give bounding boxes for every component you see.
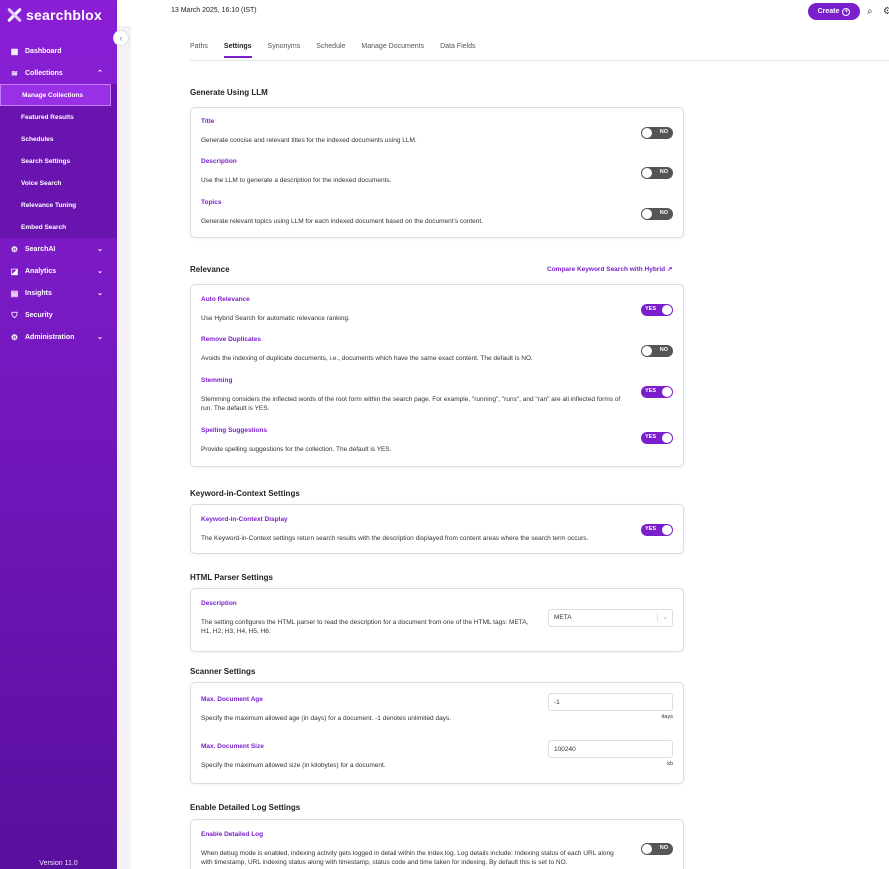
top-bar: 13 March 2025, 16:10 (IST) Create + ⌕ ⚙ xyxy=(117,0,889,26)
version-label: Version 11.0 xyxy=(39,860,78,867)
remove-duplicates-toggle[interactable]: NO xyxy=(641,345,673,357)
chevron-down-icon: ⌄ xyxy=(657,613,668,621)
sidebar-item-analytics[interactable]: ◪ Analytics ⌄ xyxy=(0,260,117,282)
kic-settings-card: Keyword-in-Context Display The Keyword-i… xyxy=(190,504,684,554)
sidebar-item-insights[interactable]: ▤ Insights ⌄ xyxy=(0,282,117,304)
kic-display-toggle[interactable]: YES xyxy=(641,524,673,536)
collections-submenu: Manage Collections Featured Results Sche… xyxy=(0,84,117,238)
external-link-icon: ↗ xyxy=(666,266,673,273)
max-doc-age-unit: days xyxy=(661,714,673,720)
scanner-settings-card: Max. Document Age Specify the maximum al… xyxy=(190,682,684,784)
llm-title-toggle[interactable]: NO xyxy=(641,127,673,139)
tab-paths[interactable]: Paths xyxy=(190,43,208,58)
sidebar-item-dashboard[interactable]: ▦ Dashboard xyxy=(0,40,117,62)
section-title-html-parser: HTML Parser Settings xyxy=(190,573,273,582)
html-parser-tag-select[interactable]: META ⌄ xyxy=(548,609,673,627)
setting-row-llm-description: Description Use the LLM to generate a de… xyxy=(201,158,673,185)
detailed-log-card: Enable Detailed Log When debug mode is e… xyxy=(190,819,684,869)
sidebar-item-administration[interactable]: ⚙ Administration ⌄ xyxy=(0,326,117,348)
llm-description-toggle[interactable]: NO xyxy=(641,167,673,179)
max-doc-size-input[interactable] xyxy=(548,740,673,758)
tab-data-fields[interactable]: Data Fields xyxy=(440,43,475,58)
chevron-down-icon: ⌄ xyxy=(97,246,103,253)
detailed-log-toggle[interactable]: NO xyxy=(641,843,673,855)
llm-topics-toggle[interactable]: NO xyxy=(641,208,673,220)
chevron-down-icon: ⌄ xyxy=(97,334,103,341)
setting-row-stemming: Stemming Stemming considers the inflecte… xyxy=(201,377,673,413)
layers-icon: ≋ xyxy=(11,68,18,78)
relevance-settings-card: Auto Relevance Use Hybrid Search for aut… xyxy=(190,284,684,467)
setting-row-max-doc-size: Max. Document Size Specify the maximum a… xyxy=(201,740,673,770)
sidebar-subitem-featured-results[interactable]: Featured Results xyxy=(0,106,117,128)
setting-row-detailed-log: Enable Detailed Log When debug mode is e… xyxy=(201,831,673,867)
setting-row-auto-relevance: Auto Relevance Use Hybrid Search for aut… xyxy=(201,296,673,323)
current-datetime: 13 March 2025, 16:10 (IST) xyxy=(171,7,257,14)
searchblox-logo-icon xyxy=(6,7,22,23)
sidebar-subitem-voice-search[interactable]: Voice Search xyxy=(0,172,117,194)
main-content: Paths Settings Synonyms Schedule Manage … xyxy=(117,26,889,869)
document-icon: ▤ xyxy=(10,288,19,298)
shield-icon: ⛉ xyxy=(11,310,18,320)
setting-row-html-description: Description The setting configures the H… xyxy=(201,600,673,636)
sidebar-item-searchai[interactable]: ⚙ SearchAI ⌄ xyxy=(0,238,117,260)
setting-row-llm-title: Title Generate concise and relevant titl… xyxy=(201,118,673,145)
sidebar-subitem-embed-search[interactable]: Embed Search xyxy=(0,216,117,238)
spelling-suggestions-toggle[interactable]: YES xyxy=(641,432,673,444)
sidebar: searchblox ▦ Dashboard ≋ Collections ⌃ Mana… xyxy=(0,0,117,869)
cog-icon: ⚙ xyxy=(10,332,19,342)
tab-schedule[interactable]: Schedule xyxy=(316,43,345,58)
section-title-scanner: Scanner Settings xyxy=(190,667,256,676)
sidebar-item-collections[interactable]: ≋ Collections ⌃ xyxy=(0,62,117,84)
sidebar-nav: ▦ Dashboard ≋ Collections ⌃ Manage Collecti… xyxy=(0,40,117,348)
grid-icon: ▦ xyxy=(10,46,19,56)
chevron-up-icon: ⌃ xyxy=(97,70,103,77)
tabs-divider xyxy=(190,60,889,61)
compare-hybrid-link[interactable]: Compare Keyword Search with Hybrid ↗ xyxy=(547,265,672,273)
max-doc-age-input[interactable] xyxy=(548,693,673,711)
sidebar-collapse-button[interactable]: ‹ xyxy=(113,30,129,46)
section-title-llm: Generate Using LLM xyxy=(190,88,268,97)
sidebar-subitem-schedules[interactable]: Schedules xyxy=(0,128,117,150)
section-title-relevance: Relevance xyxy=(190,265,230,274)
max-doc-size-unit: kb xyxy=(667,761,673,767)
sidebar-subitem-manage-collections[interactable]: Manage Collections xyxy=(0,84,111,106)
sidebar-subitem-relevance-tuning[interactable]: Relevance Tuning xyxy=(0,194,117,216)
search-icon[interactable]: ⌕ xyxy=(867,6,873,17)
section-title-detailed-log: Enable Detailed Log Settings xyxy=(190,803,301,812)
setting-row-max-doc-age: Max. Document Age Specify the maximum al… xyxy=(201,693,673,723)
plus-circle-icon: + xyxy=(842,7,851,16)
section-title-kic: Keyword-in-Context Settings xyxy=(190,489,300,498)
tab-manage-documents[interactable]: Manage Documents xyxy=(361,43,424,58)
tab-settings[interactable]: Settings xyxy=(223,43,252,58)
main-left-strip xyxy=(117,26,131,869)
tab-synonyms[interactable]: Synonyms xyxy=(268,43,301,58)
setting-row-spelling-suggestions: Spelling Suggestions Provide spelling su… xyxy=(201,427,673,454)
chevron-left-icon: ‹ xyxy=(119,33,123,43)
sidebar-item-security[interactable]: ⛉ Security xyxy=(0,304,117,326)
setting-row-remove-duplicates: Remove Duplicates Avoids the indexing of… xyxy=(201,336,673,363)
sidebar-subitem-search-settings[interactable]: Search Settings xyxy=(0,150,117,172)
create-button[interactable]: Create + xyxy=(808,3,860,20)
stemming-toggle[interactable]: YES xyxy=(641,386,673,398)
auto-relevance-toggle[interactable]: YES xyxy=(641,304,673,316)
setting-row-kic-display: Keyword-in-Context Display The Keyword-i… xyxy=(201,516,673,543)
brand-name: searchblox xyxy=(26,7,102,23)
chevron-down-icon: ⌄ xyxy=(97,290,103,297)
llm-settings-card: Title Generate concise and relevant titl… xyxy=(190,107,684,238)
gear-icon: ⚙ xyxy=(10,244,19,254)
chart-icon: ◪ xyxy=(10,266,19,276)
collection-tabs: Paths Settings Synonyms Schedule Manage … xyxy=(190,43,491,58)
html-parser-card: Description The setting configures the H… xyxy=(190,588,684,652)
chevron-down-icon: ⌄ xyxy=(97,268,103,275)
settings-icon[interactable]: ⚙ xyxy=(883,6,889,17)
setting-row-llm-topics: Topics Generate relevant topics using LL… xyxy=(201,199,673,226)
brand-logo[interactable]: searchblox xyxy=(6,7,102,23)
